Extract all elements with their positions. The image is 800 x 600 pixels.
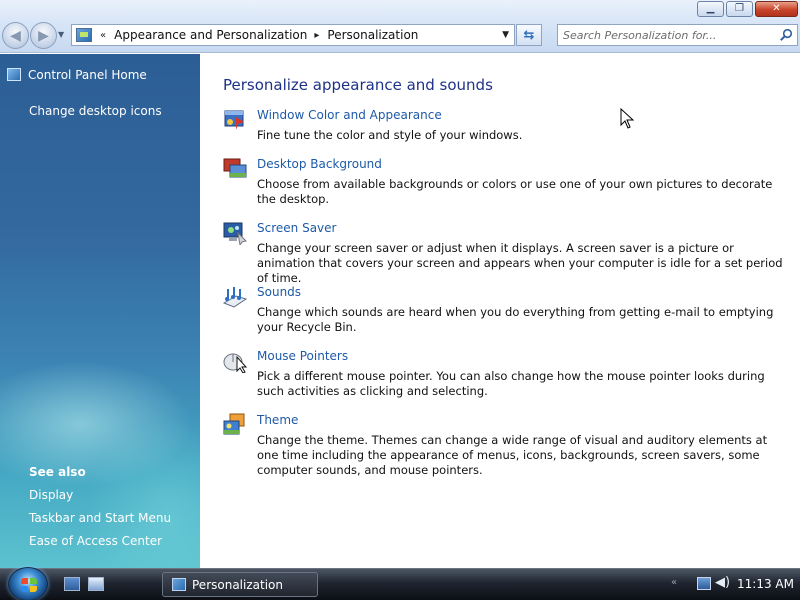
page-title: Personalize appearance and sounds (223, 76, 493, 94)
network-icon[interactable] (697, 577, 711, 590)
desktop-background-icon (223, 158, 247, 178)
back-button[interactable]: ◀ (2, 22, 29, 49)
window-controls: ▁ ❐ ✕ (697, 1, 798, 17)
sounds-link[interactable]: Sounds (257, 285, 301, 299)
taskbar-button-personalization[interactable]: Personalization (162, 572, 318, 597)
window-color-link[interactable]: Window Color and Appearance (257, 108, 442, 122)
window-color-description: Fine tune the color and style of your wi… (257, 128, 523, 142)
change-desktop-icons-link[interactable]: Change desktop icons (29, 104, 162, 118)
desktop-background-link[interactable]: Desktop Background (257, 157, 382, 171)
tray-expand-icon[interactable]: « (671, 577, 677, 588)
forward-arrow-icon: ▶ (38, 27, 49, 44)
maximize-button[interactable]: ❐ (726, 1, 753, 17)
main-content: Personalize appearance and sounds Window… (200, 54, 800, 568)
switch-windows-icon[interactable] (88, 577, 104, 591)
minimize-button[interactable]: ▁ (697, 1, 724, 17)
volume-icon[interactable]: ◀) (715, 575, 730, 590)
control-panel-icon (172, 578, 186, 591)
breadcrumb-appearance[interactable]: Appearance and Personalization (114, 28, 307, 42)
screen-saver-description: Change your screen saver or adjust when … (257, 241, 783, 285)
taskbar-button-label: Personalization (192, 577, 283, 592)
screen-saver-link[interactable]: Screen Saver (257, 221, 336, 235)
refresh-icon: ⇆ (523, 27, 535, 43)
see-also-display-link[interactable]: Display (29, 488, 73, 502)
search-box[interactable] (557, 24, 798, 46)
mouse-pointers-icon (223, 353, 248, 373)
see-also-taskbar-link[interactable]: Taskbar and Start Menu (29, 511, 171, 525)
show-desktop-icon[interactable] (64, 577, 80, 591)
address-bar[interactable]: « Appearance and Personalization ▸ Perso… (71, 24, 515, 46)
breadcrumb-personalization[interactable]: Personalization (327, 28, 418, 42)
clock[interactable]: 11:13 AM (737, 577, 794, 591)
window-titlebar: ▁ ❐ ✕ ◀ ▶ ▼ « Appearance and Personaliza… (0, 0, 800, 53)
address-dropdown-icon[interactable]: ▼ (502, 30, 509, 40)
search-input[interactable] (563, 28, 775, 42)
back-arrow-icon: ◀ (10, 27, 21, 44)
mouse-pointers-description: Pick a different mouse pointer. You can … (257, 369, 765, 398)
window-color-icon (224, 110, 244, 130)
mouse-pointers-link[interactable]: Mouse Pointers (257, 349, 348, 363)
control-panel-icon (76, 28, 92, 42)
screen-saver-icon (223, 222, 247, 245)
close-button[interactable]: ✕ (755, 1, 798, 17)
control-panel-home-icon (7, 68, 21, 81)
desktop-background-description: Choose from available backgrounds or col… (257, 177, 773, 206)
sounds-description: Change which sounds are heard when you d… (257, 305, 774, 334)
breadcrumb-overflow[interactable]: « (100, 30, 106, 41)
theme-icon (223, 413, 245, 435)
recent-pages-dropdown[interactable]: ▼ (58, 30, 64, 39)
theme-description: Change the theme. Themes can change a wi… (257, 433, 768, 477)
sounds-icon (222, 287, 248, 308)
see-also-header: See also (29, 465, 86, 479)
taskbar: Personalization « ◀) 11:13 AM (0, 567, 800, 600)
control-panel-home-link[interactable]: Control Panel Home (28, 68, 147, 82)
forward-button[interactable]: ▶ (30, 22, 57, 49)
breadcrumb-separator-icon[interactable]: ▸ (314, 30, 319, 41)
theme-link[interactable]: Theme (257, 413, 298, 427)
sidebar: Control Panel Home Change desktop icons … (0, 54, 200, 568)
start-button[interactable] (8, 567, 48, 600)
refresh-button[interactable]: ⇆ (516, 24, 542, 46)
search-icon[interactable] (779, 28, 793, 42)
mouse-cursor-icon (620, 108, 634, 129)
see-also-ease-of-access-link[interactable]: Ease of Access Center (29, 534, 162, 548)
